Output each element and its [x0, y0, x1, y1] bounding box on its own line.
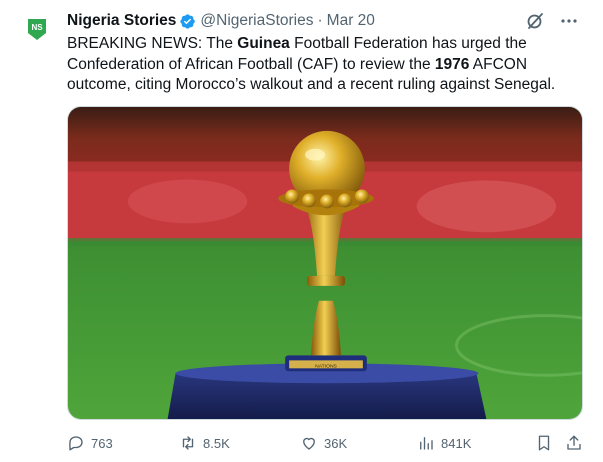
- reply-icon: [69, 436, 83, 451]
- author-handle[interactable]: @NigeriaStories: [200, 12, 313, 30]
- views-button[interactable]: 841K: [417, 432, 471, 454]
- afcon-trophy-photo: NATIONS: [68, 107, 582, 419]
- like-icon: [303, 437, 315, 450]
- share-button[interactable]: [565, 432, 583, 454]
- grok-icon[interactable]: [525, 11, 545, 31]
- tweet-text-part: BREAKING NEWS: The: [67, 35, 238, 52]
- tweet-text-bold-guinea: Guinea: [237, 35, 290, 52]
- bookmark-icon: [538, 435, 550, 451]
- separator-dot: ·: [317, 12, 323, 29]
- share-icon: [567, 435, 581, 450]
- like-count: 36K: [324, 435, 348, 451]
- tweet-media-image[interactable]: NATIONS: [67, 106, 583, 420]
- svg-text:NATIONS: NATIONS: [315, 363, 337, 369]
- tweet-header: Nigeria Stories @NigeriaStories · Mar 20: [67, 11, 593, 31]
- avatar[interactable]: NS: [18, 10, 56, 48]
- reply-count: 763: [91, 435, 113, 451]
- tweet-text: BREAKING NEWS: The Guinea Football Feder…: [67, 34, 592, 96]
- tweet-date[interactable]: Mar 20: [327, 12, 375, 30]
- author-name[interactable]: Nigeria Stories: [67, 12, 176, 30]
- like-button[interactable]: 36K: [300, 432, 347, 454]
- verified-badge-icon: [180, 13, 196, 29]
- repost-count: 8.5K: [203, 435, 230, 451]
- tweet-actions-bar: 763 8.5K 36K 841K: [67, 432, 587, 454]
- view-count: 841K: [441, 435, 472, 451]
- repost-button[interactable]: 8.5K: [179, 432, 230, 454]
- repost-icon: [182, 436, 194, 450]
- header-actions: [525, 11, 579, 31]
- bookmark-button[interactable]: [535, 432, 553, 454]
- reply-button[interactable]: 763: [67, 432, 113, 454]
- svg-text:NS: NS: [31, 23, 43, 32]
- tweet-text-bold-year: 1976: [434, 55, 470, 73]
- views-icon: [420, 437, 433, 450]
- more-icon[interactable]: [559, 11, 579, 31]
- nigeria-stories-logo: NS: [28, 19, 46, 40]
